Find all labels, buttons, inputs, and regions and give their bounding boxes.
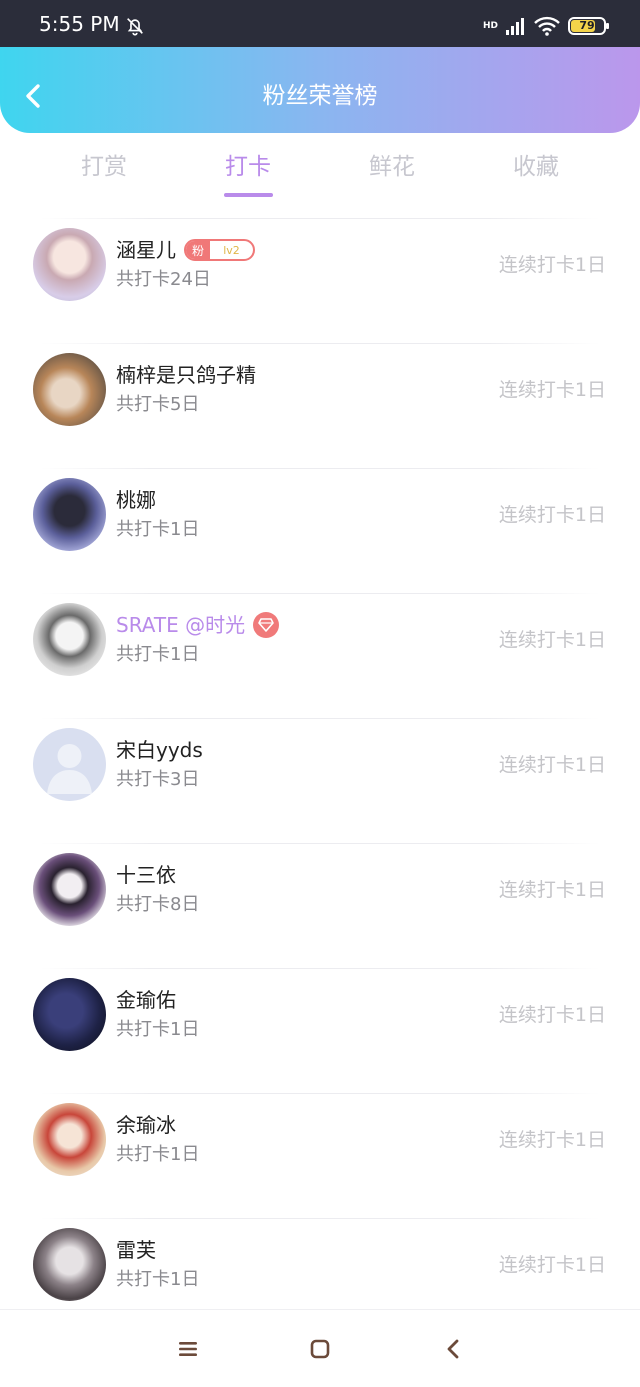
total-checkins: 共打卡1日 — [116, 1019, 200, 1040]
bell-off-icon — [127, 18, 143, 36]
avatar[interactable] — [33, 978, 106, 1051]
fan-name: 涵星儿 — [116, 238, 176, 262]
tab-reward[interactable]: 打赏 — [44, 147, 164, 187]
page-title: 粉丝荣誉榜 — [262, 83, 378, 109]
battery-icon: 79 — [568, 17, 609, 35]
total-checkins: 共打卡24日 — [116, 269, 211, 290]
back-icon[interactable] — [442, 1337, 466, 1361]
system-nav-bar — [0, 1309, 640, 1387]
gem-icon — [253, 612, 280, 638]
status-bar: 5:55 PM HD 79 — [0, 0, 640, 47]
status-indicators: HD 79 — [482, 14, 609, 38]
wifi-icon — [534, 16, 560, 36]
list-item[interactable]: 金瑜佑 共打卡1日 连续打卡1日 — [0, 968, 640, 1093]
total-checkins: 共打卡1日 — [116, 519, 200, 540]
avatar[interactable] — [33, 1103, 106, 1176]
list-item[interactable]: SRATE @时光 共打卡1日 连续打卡1日 — [0, 593, 640, 718]
network-label: HD — [482, 21, 498, 31]
streak-days: 连续打卡1日 — [498, 879, 606, 901]
status-time: 5:55 PM — [39, 12, 120, 36]
avatar[interactable] — [33, 228, 106, 301]
streak-days: 连续打卡1日 — [498, 1129, 606, 1151]
active-tab-indicator — [224, 193, 273, 197]
signal-icon — [506, 18, 524, 35]
streak-days: 连续打卡1日 — [498, 504, 606, 526]
battery-level: 79 — [579, 19, 595, 32]
streak-days: 连续打卡1日 — [498, 379, 606, 401]
avatar[interactable] — [33, 1228, 106, 1301]
avatar[interactable] — [33, 478, 106, 551]
list-item[interactable]: 楠梓是只鸽子精 共打卡5日 连续打卡1日 — [0, 343, 640, 468]
streak-days: 连续打卡1日 — [498, 1254, 606, 1276]
total-checkins: 共打卡5日 — [116, 394, 200, 415]
tab-bar: 打赏 打卡 鲜花 收藏 — [0, 147, 640, 203]
avatar[interactable] — [33, 603, 106, 676]
total-checkins: 共打卡1日 — [116, 1144, 200, 1165]
fan-name: 宋白yyds — [116, 738, 203, 762]
fan-name: SRATE @时光 — [116, 613, 246, 637]
fan-name: 金瑜佑 — [116, 988, 176, 1012]
fan-name: 十三依 — [116, 863, 176, 887]
home-icon[interactable] — [308, 1337, 332, 1361]
avatar[interactable] — [33, 728, 106, 801]
fan-list: 涵星儿 粉 lv2 共打卡24日 连续打卡1日 楠梓是只鸽子精 共打卡5日 连续… — [0, 218, 640, 1343]
fan-name: 楠梓是只鸽子精 — [116, 363, 256, 387]
fan-name: 余瑜冰 — [116, 1113, 176, 1137]
list-item[interactable]: 涵星儿 粉 lv2 共打卡24日 连续打卡1日 — [0, 218, 640, 343]
list-item[interactable]: 宋白yyds 共打卡3日 连续打卡1日 — [0, 718, 640, 843]
avatar[interactable] — [33, 353, 106, 426]
total-checkins: 共打卡1日 — [116, 644, 200, 665]
menu-icon[interactable] — [176, 1337, 200, 1361]
tab-checkin[interactable]: 打卡 — [188, 147, 308, 187]
streak-days: 连续打卡1日 — [498, 754, 606, 776]
streak-days: 连续打卡1日 — [498, 1004, 606, 1026]
tab-favorites[interactable]: 收藏 — [476, 147, 596, 187]
list-item[interactable]: 十三依 共打卡8日 连续打卡1日 — [0, 843, 640, 968]
fan-name: 桃娜 — [116, 488, 156, 512]
tab-flowers[interactable]: 鲜花 — [332, 147, 452, 187]
total-checkins: 共打卡1日 — [116, 1269, 200, 1290]
streak-days: 连续打卡1日 — [498, 629, 606, 651]
list-item[interactable]: 余瑜冰 共打卡1日 连续打卡1日 — [0, 1093, 640, 1218]
list-item[interactable]: 桃娜 共打卡1日 连续打卡1日 — [0, 468, 640, 593]
fan-badge-level: lv2 — [223, 243, 240, 257]
total-checkins: 共打卡3日 — [116, 769, 200, 790]
fan-badge-label: 粉 — [186, 241, 210, 259]
total-checkins: 共打卡8日 — [116, 894, 200, 915]
streak-days: 连续打卡1日 — [498, 254, 606, 276]
fan-level-badge: 粉 lv2 — [184, 239, 255, 261]
avatar[interactable] — [33, 853, 106, 926]
fan-name: 雷芙 — [116, 1238, 156, 1262]
header-bar: 5:55 PM HD 79 粉丝荣誉榜 — [0, 0, 640, 133]
